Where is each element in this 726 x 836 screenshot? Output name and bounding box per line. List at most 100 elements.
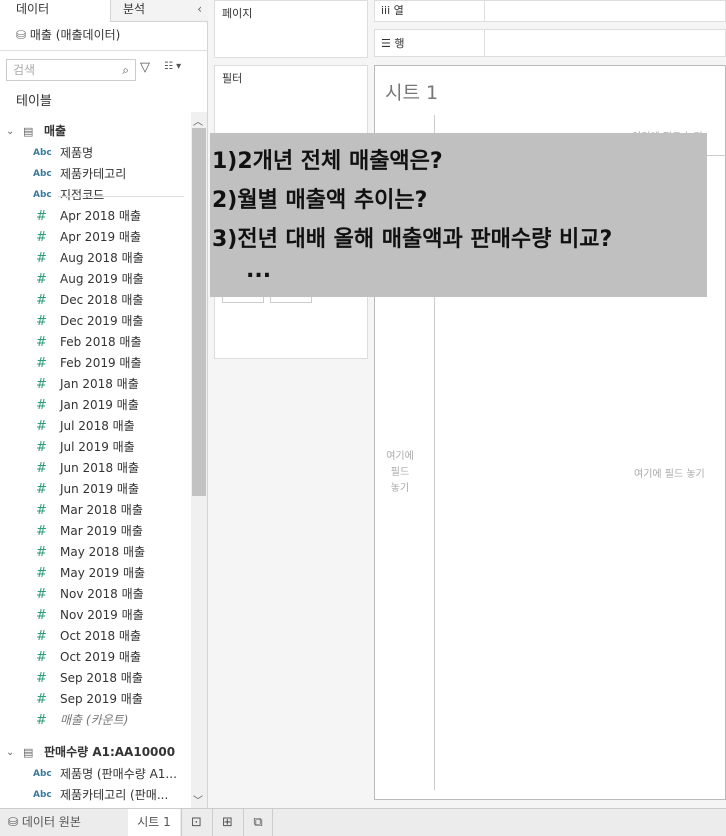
chevron-down-icon[interactable]: ⌄ [6, 742, 14, 763]
field-label: Jun 2018 매출 [60, 461, 139, 475]
drop-zone-center[interactable]: 여기에 필드 놓기 [634, 465, 705, 480]
measure-icon: # [36, 524, 47, 539]
new-story-icon[interactable]: ⧉ [243, 809, 273, 836]
chevron-down-icon[interactable]: ⌄ [6, 121, 14, 142]
field-item[interactable]: # Jun 2019 매출 [0, 479, 190, 500]
field-item[interactable]: # Dec 2019 매출 [0, 311, 190, 332]
drop-hint-line: 놓기 [390, 483, 410, 494]
measure-icon: # [36, 293, 47, 308]
measure-icon: # [36, 503, 47, 518]
table-header[interactable]: ⌄ ▤ 판매수량 A1:AA10000 [0, 742, 190, 763]
field-item[interactable]: # May 2019 매출 [0, 563, 190, 584]
field-item[interactable]: # Jan 2019 매출 [0, 395, 190, 416]
tab-data-source[interactable]: ⛁ 데이터 원본 [8, 809, 81, 836]
columns-shelf[interactable]: iii 열 [374, 0, 726, 22]
table-header[interactable]: ⌄ ▤ 매출 [0, 121, 190, 142]
field-item[interactable]: # Feb 2019 매출 [0, 353, 190, 374]
field-label: 제품명 (판매수량 A1... [60, 767, 177, 781]
field-label: Sep 2019 매출 [60, 692, 143, 706]
filters-label: 필터 [222, 72, 243, 85]
field-item[interactable]: Abc 제품카테고리 [0, 164, 190, 185]
measure-icon: # [36, 209, 47, 224]
dimension-icon: Abc [33, 190, 52, 200]
field-item[interactable]: Abc 제품명 (판매수량 A1... [0, 764, 190, 785]
new-dashboard-icon[interactable]: ⊞ [212, 809, 242, 836]
field-item[interactable]: # Mar 2018 매출 [0, 500, 190, 521]
field-item[interactable]: # Jan 2018 매출 [0, 374, 190, 395]
field-item[interactable]: # Jul 2019 매출 [0, 437, 190, 458]
field-label: Oct 2019 매출 [60, 650, 141, 664]
field-label: 제품명 [60, 146, 94, 160]
field-label: May 2019 매출 [60, 566, 146, 580]
measure-icon: # [36, 629, 47, 644]
table-icon: ▤ [23, 746, 34, 759]
field-label: Feb 2018 매출 [60, 335, 142, 349]
search-icon: ⌕ [122, 63, 129, 77]
field-item[interactable]: # Oct 2019 매출 [0, 647, 190, 668]
measure-icon: # [36, 230, 47, 245]
field-item[interactable]: # Dec 2018 매출 [0, 290, 190, 311]
measure-icon: # [36, 461, 47, 476]
field-label: Nov 2018 매출 [60, 587, 144, 601]
field-item[interactable]: # Jun 2018 매출 [0, 458, 190, 479]
data-source[interactable]: ⛁ 매출 (매출데이터) [16, 26, 120, 43]
database-icon: ⛁ [8, 815, 22, 829]
measure-icon: # [36, 314, 47, 329]
field-item[interactable]: # Apr 2018 매출 [0, 206, 190, 227]
pages-label: 페이지 [222, 7, 253, 20]
field-label: Feb 2019 매출 [60, 356, 142, 370]
search-placeholder: 검색 [13, 63, 36, 77]
data-pane: 데이터 분석 ‹ ⛁ 매출 (매출데이터) 검색 ⌕ ▽ ☷ ▾ 테이블 ⌄ ▤ 매출 A… [0, 0, 208, 823]
field-label: Mar 2018 매출 [60, 503, 143, 517]
data-source-label: 매출 (매출데이터) [29, 28, 121, 42]
field-label: Apr 2019 매출 [60, 230, 142, 244]
pages-card[interactable]: 페이지 [214, 0, 368, 58]
rows-icon: ☰ [381, 37, 395, 50]
view-options-icon[interactable]: ☷ ▾ [164, 61, 181, 72]
field-label: Dec 2019 매출 [60, 314, 144, 328]
field-item[interactable]: # May 2018 매출 [0, 542, 190, 563]
field-label: Nov 2019 매출 [60, 608, 144, 622]
field-label: Apr 2018 매출 [60, 209, 142, 223]
measure-icon: # [36, 440, 47, 455]
drop-zone-rows[interactable]: 여기에 필드 놓기 [386, 449, 414, 497]
field-label: Jan 2019 매출 [60, 398, 139, 412]
field-label: Jul 2018 매출 [60, 419, 135, 433]
field-item[interactable]: # Sep 2019 매출 [0, 689, 190, 710]
scrollbar-thumb[interactable] [192, 128, 206, 496]
search-input[interactable]: 검색 ⌕ [6, 59, 136, 81]
field-label: Jun 2019 매출 [60, 482, 139, 496]
field-item[interactable]: # Aug 2019 매출 [0, 269, 190, 290]
field-item[interactable]: # Nov 2019 매출 [0, 605, 190, 626]
field-item[interactable]: Abc 제품명 [0, 143, 190, 164]
tab-data[interactable]: 데이터 [0, 0, 110, 22]
sheet-title: 시트 1 [385, 82, 439, 104]
measure-icon: # [36, 251, 47, 266]
field-item[interactable]: # 매출 (카운트) [0, 710, 190, 731]
filter-icon[interactable]: ▽ [140, 60, 150, 75]
measure-icon: # [36, 419, 47, 434]
chevron-down-icon[interactable]: ﹀ [193, 792, 203, 807]
field-item[interactable]: # Oct 2018 매출 [0, 626, 190, 647]
field-item[interactable]: # Feb 2018 매출 [0, 332, 190, 353]
measure-icon: # [36, 692, 47, 707]
measure-icon: # [36, 335, 47, 350]
field-item[interactable]: Abc 제품카테고리 (판매... [0, 785, 190, 806]
tab-analysis-label: 분석 [123, 2, 146, 16]
field-label: May 2018 매출 [60, 545, 146, 559]
field-item[interactable]: # Jul 2018 매출 [0, 416, 190, 437]
field-item[interactable]: # Mar 2019 매출 [0, 521, 190, 542]
field-item[interactable]: # Aug 2018 매출 [0, 248, 190, 269]
rows-shelf[interactable]: ☰ 행 [374, 29, 726, 57]
new-worksheet-icon[interactable]: ⊡ [181, 809, 211, 836]
chevron-left-icon[interactable]: ‹ [197, 0, 202, 18]
columns-label: 열 [393, 4, 404, 17]
field-item[interactable]: # Sep 2018 매출 [0, 668, 190, 689]
chevron-up-icon[interactable]: ︿ [193, 113, 203, 128]
ellipsis: ... [246, 258, 272, 283]
tab-analysis[interactable]: 분석 ‹ [110, 0, 208, 22]
field-label: Mar 2019 매출 [60, 524, 143, 538]
tab-sheet-1[interactable]: 시트 1 [128, 809, 180, 836]
field-item[interactable]: # Apr 2019 매출 [0, 227, 190, 248]
field-item[interactable]: # Nov 2018 매출 [0, 584, 190, 605]
